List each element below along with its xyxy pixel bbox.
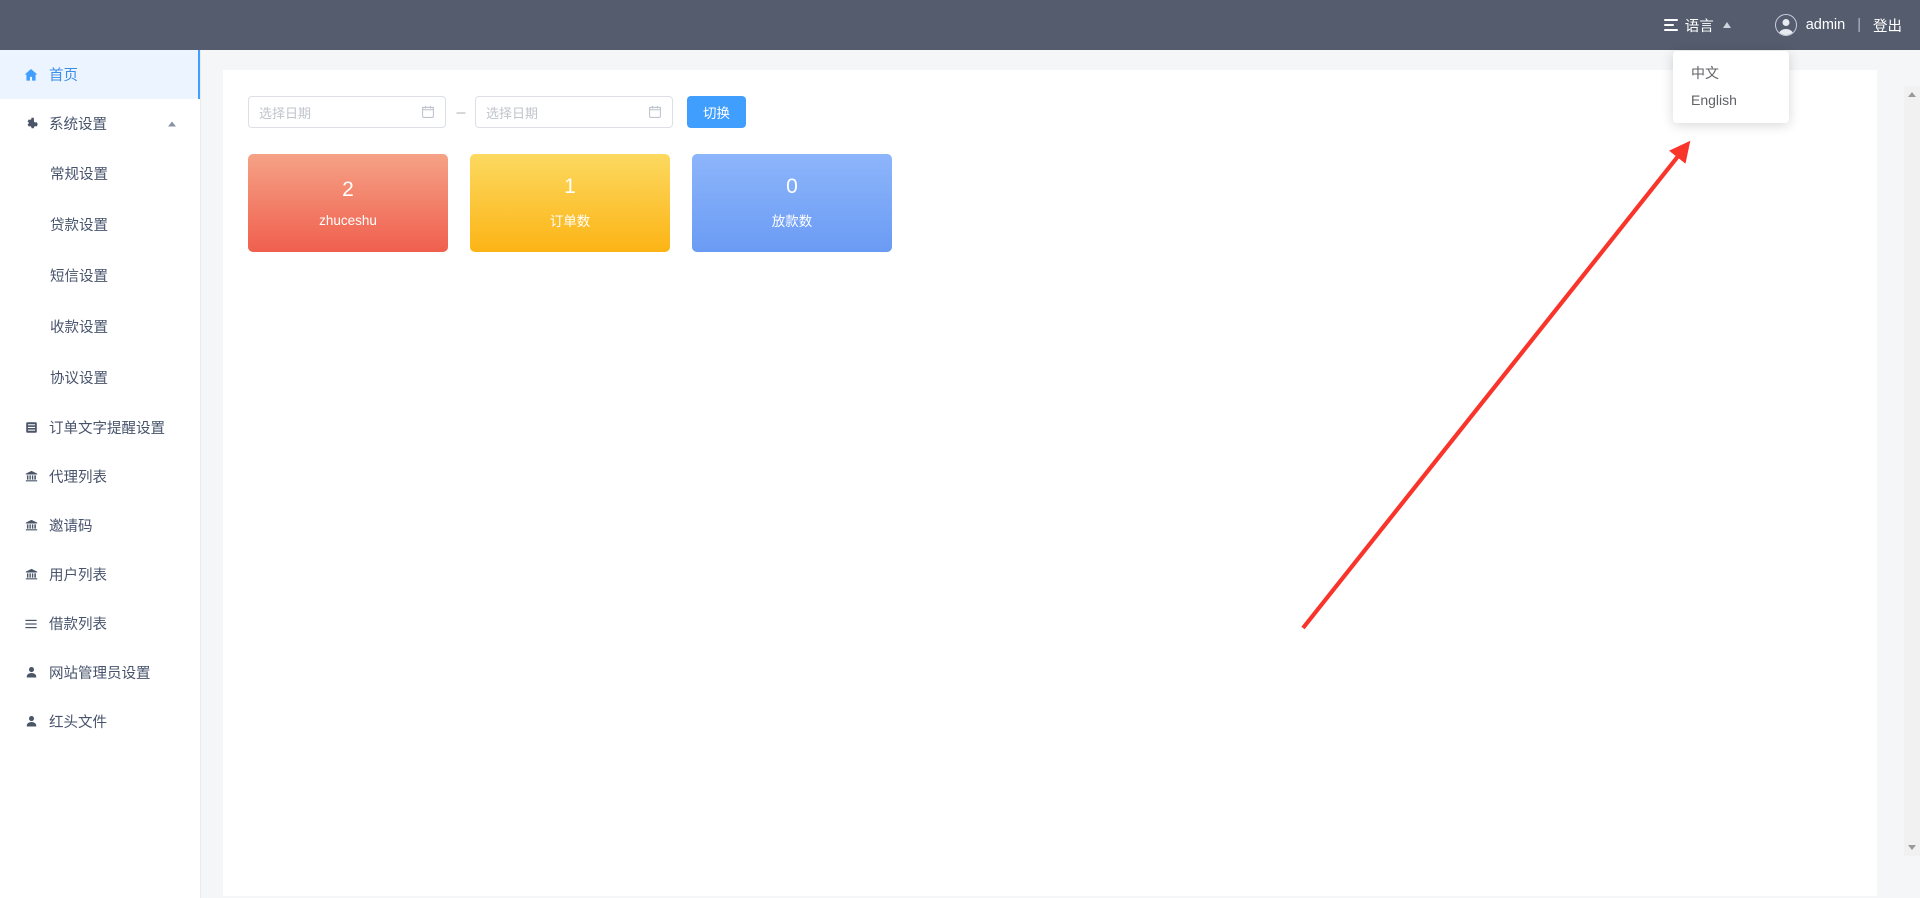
gear-icon [22,117,40,131]
language-label: 语言 [1684,18,1714,35]
user-menu-group[interactable]: admin | 登出 [1774,14,1902,36]
language-option-zh[interactable]: 中文 [1673,60,1789,87]
stat-card-label: 放款数 [771,214,813,229]
sidebar-item-label: 订单文字提醒设置 [49,421,165,437]
triangle-up-icon [1908,92,1916,97]
sidebar-item-agreement-settings[interactable]: 协议设置 [0,352,200,403]
language-option-en[interactable]: English [1673,87,1789,114]
sidebar-item-label: 首页 [49,68,78,84]
chevron-up-icon [1722,22,1731,28]
person-icon [22,666,40,679]
main-content-area: 选择日期 --- 选择日期 切换 2 zhuceshu 1 订单数 0 放款数 [201,50,1920,898]
calendar-icon [421,105,435,119]
logout-button[interactable]: 登出 [1873,15,1902,36]
vertical-scrollbar[interactable] [1904,50,1920,898]
stat-card-value: 2 [342,177,354,201]
home-icon [22,68,40,82]
date-range-separator: --- [456,105,466,119]
stat-card-label: 订单数 [549,214,591,229]
document-icon [22,421,40,434]
dashboard-panel: 选择日期 --- 选择日期 切换 2 zhuceshu 1 订单数 0 放款数 [223,70,1877,896]
sidebar-item-label: 常规设置 [50,167,108,183]
stat-card-order-count[interactable]: 1 订单数 [470,154,670,252]
end-date-input[interactable]: 选择日期 [475,96,673,128]
bank-icon [22,470,40,483]
sidebar-item-label: 协议设置 [50,371,108,387]
sidebar-item-borrow-list[interactable]: 借款列表 [0,599,200,648]
sidebar-item-loan-settings[interactable]: 贷款设置 [0,199,200,250]
sidebar-navigation: 首页 系统设置 常规设置 贷款设置 短信设置 收款设置 协议设置 订单文字提醒设… [0,50,201,898]
sidebar-item-red-header-document[interactable]: 红头文件 [0,697,200,746]
bank-icon [22,568,40,581]
sidebar-item-label: 借款列表 [49,617,107,633]
lines-icon [1663,19,1678,31]
sidebar-item-label: 短信设置 [50,269,108,285]
stat-card-value: 0 [786,175,798,198]
user-avatar-icon [1774,14,1797,36]
switch-button[interactable]: 切换 [687,96,746,128]
scrollbar-down-arrow[interactable] [1904,839,1920,856]
header-right-group: 语言 admin | 登出 [1654,9,1920,42]
start-date-input[interactable]: 选择日期 [248,96,446,128]
sidebar-item-system-settings[interactable]: 系统设置 [0,99,200,148]
top-header-bar: 语言 admin | 登出 [0,0,1920,50]
language-dropdown-menu[interactable]: 中文 English [1673,51,1789,123]
sidebar-item-label: 收款设置 [50,320,108,336]
sidebar-item-site-admin-settings[interactable]: 网站管理员设置 [0,648,200,697]
sidebar-item-label: 贷款设置 [50,218,108,234]
sidebar-item-user-list[interactable]: 用户列表 [0,550,200,599]
sidebar-item-label: 系统设置 [49,117,107,133]
sidebar-item-home[interactable]: 首页 [0,50,200,99]
stat-card-loan-count[interactable]: 0 放款数 [692,154,892,252]
calendar-icon [648,105,662,119]
stat-card-zhuceshu[interactable]: 2 zhuceshu [248,154,448,252]
scrollbar-track-bottom [1904,856,1920,898]
stat-card-value: 1 [564,175,576,198]
stat-card-label: zhuceshu [319,212,377,228]
date-filter-row: 选择日期 --- 选择日期 切换 [248,96,1852,128]
header-separator: | [1857,17,1861,33]
language-switcher-button[interactable]: 语言 [1654,9,1741,42]
list-icon [22,617,40,631]
scrollbar-track-top [1904,50,1920,86]
scrollbar-up-arrow[interactable] [1904,86,1920,103]
user-name-label: admin [1805,17,1846,33]
dashboard-panel-inner: 选择日期 --- 选择日期 切换 2 zhuceshu 1 订单数 0 放款数 [223,70,1877,252]
sidebar-item-label: 网站管理员设置 [49,666,151,682]
triangle-down-icon [1908,845,1916,850]
end-date-placeholder: 选择日期 [486,105,539,121]
sidebar-item-label: 邀请码 [49,519,93,535]
person-icon [22,715,40,728]
start-date-placeholder: 选择日期 [259,105,312,121]
sidebar-item-label: 红头文件 [49,715,107,731]
sidebar-item-payment-settings[interactable]: 收款设置 [0,301,200,352]
sidebar-item-order-text-reminder-settings[interactable]: 订单文字提醒设置 [0,403,200,452]
bank-icon [22,519,40,532]
sidebar-item-general-settings[interactable]: 常规设置 [0,148,200,199]
sidebar-item-label: 代理列表 [49,470,107,486]
stat-cards-group: 2 zhuceshu 1 订单数 0 放款数 [248,154,1852,252]
sidebar-item-agent-list[interactable]: 代理列表 [0,452,200,501]
chevron-up-icon [168,121,176,126]
sidebar-item-invite-code[interactable]: 邀请码 [0,501,200,550]
sidebar-item-label: 用户列表 [49,568,107,584]
sidebar-item-sms-settings[interactable]: 短信设置 [0,250,200,301]
